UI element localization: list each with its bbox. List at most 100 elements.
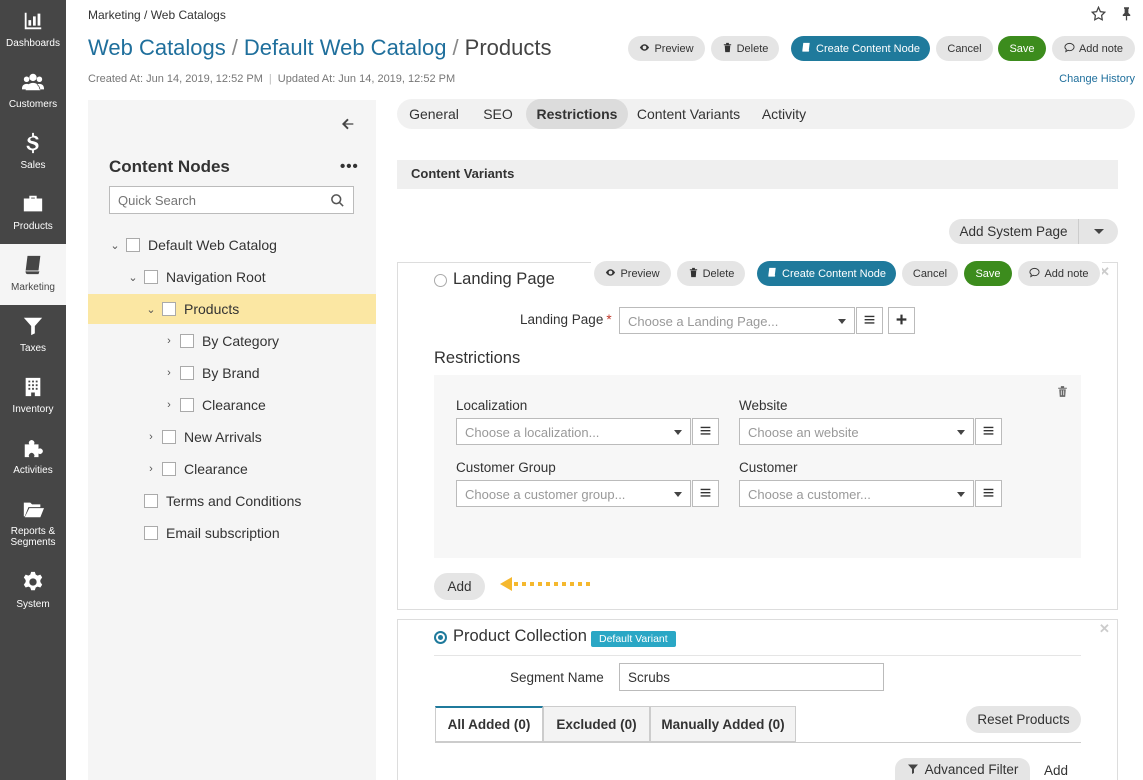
tree-checkbox[interactable] — [162, 430, 176, 444]
save-button-sticky[interactable]: Save — [964, 261, 1012, 286]
nav-sales[interactable]: Sales — [0, 122, 66, 183]
nav-products[interactable]: Products — [0, 183, 66, 244]
customer-group-select[interactable]: Choose a customer group... — [456, 480, 691, 507]
title-link-web-catalogs[interactable]: Web Catalogs — [88, 35, 226, 60]
preview-button-sticky[interactable]: Preview — [594, 261, 671, 286]
tree-item-label: Clearance — [184, 461, 248, 477]
delete-button[interactable]: Delete — [711, 36, 779, 61]
chevron-down-icon[interactable]: ⌄ — [126, 270, 140, 284]
tree-item-clearance-sub[interactable]: › Clearance — [88, 390, 376, 420]
tree-checkbox[interactable] — [180, 334, 194, 348]
localization-list-button[interactable] — [692, 418, 719, 445]
chevron-right-icon[interactable]: › — [162, 366, 176, 380]
caret-down-icon[interactable] — [1078, 219, 1118, 244]
nav-activities[interactable]: Activities — [0, 427, 66, 488]
website-list-button[interactable] — [975, 418, 1002, 445]
save-button[interactable]: Save — [998, 36, 1046, 61]
tree-checkbox[interactable] — [162, 462, 176, 476]
tree-item-navigation-root[interactable]: ⌄ Navigation Root — [88, 262, 376, 292]
landing-page-select[interactable]: Choose a Landing Page... — [619, 307, 855, 334]
localization-select[interactable]: Choose a localization... — [456, 418, 691, 445]
tree-checkbox[interactable] — [144, 270, 158, 284]
tab-activity[interactable]: Activity — [749, 99, 819, 129]
add-note-button[interactable]: Add note — [1052, 36, 1135, 61]
add-restriction-button[interactable]: Add — [434, 573, 485, 600]
nav-customers[interactable]: Customers — [0, 61, 66, 122]
cancel-button[interactable]: Cancel — [936, 36, 993, 61]
tab-restrictions[interactable]: Restrictions — [526, 99, 628, 129]
advanced-filter-button[interactable]: Advanced Filter — [895, 758, 1030, 780]
chevron-right-icon[interactable]: › — [162, 398, 176, 412]
chevron-right-icon[interactable]: › — [144, 462, 158, 476]
landing-page-add-button[interactable] — [888, 307, 915, 334]
nav-dashboards[interactable]: Dashboards — [0, 0, 66, 61]
tree-item-by-category[interactable]: › By Category — [88, 326, 376, 356]
breadcrumb[interactable]: Marketing / Web Catalogs — [88, 8, 226, 22]
tree-item-products[interactable]: ⌄ Products — [88, 294, 376, 324]
arrow-left-icon[interactable] — [340, 116, 356, 132]
cancel-button-sticky[interactable]: Cancel — [902, 261, 958, 286]
tab-seo[interactable]: SEO — [471, 99, 525, 129]
create-content-node-button[interactable]: Create Content Node — [791, 36, 930, 61]
pin-icon[interactable] — [1119, 6, 1135, 22]
delete-button-sticky[interactable]: Delete — [677, 261, 745, 286]
tab-content-variants[interactable]: Content Variants — [628, 99, 749, 129]
tab-general[interactable]: General — [397, 99, 471, 129]
nav-inventory[interactable]: Inventory — [0, 366, 66, 427]
tree-checkbox[interactable] — [126, 238, 140, 252]
landing-page-list-button[interactable] — [856, 307, 883, 334]
tree-item-terms[interactable]: Terms and Conditions — [88, 486, 376, 516]
title-link-default-catalog[interactable]: Default Web Catalog — [244, 35, 447, 60]
page-tabs: General SEO Restrictions Content Variant… — [397, 99, 1135, 129]
tab-excluded[interactable]: Excluded (0) — [543, 706, 650, 742]
nav-reports[interactable]: Reports & Segments — [0, 488, 66, 549]
website-select[interactable]: Choose an website — [739, 418, 974, 445]
create-content-node-button-sticky[interactable]: Create Content Node — [757, 261, 896, 286]
preview-button[interactable]: Preview — [628, 36, 705, 61]
tree-checkbox[interactable] — [180, 398, 194, 412]
landing-page-label-text: Landing Page — [520, 312, 604, 327]
record-meta: Created At: Jun 14, 2019, 12:52 PM | Updat… — [88, 73, 456, 85]
add-products-button[interactable]: Add — [1044, 763, 1068, 778]
search-icon[interactable] — [330, 193, 345, 208]
restrictions-title: Restrictions — [434, 349, 521, 367]
chevron-down-icon[interactable]: ⌄ — [108, 238, 122, 252]
tree-item-clearance[interactable]: › Clearance — [88, 454, 376, 484]
add-system-page-dropdown[interactable]: Add System Page — [949, 219, 1118, 244]
tree-item-by-brand[interactable]: › By Brand — [88, 358, 376, 388]
reset-products-button[interactable]: Reset Products — [966, 706, 1081, 733]
tree-checkbox[interactable] — [144, 526, 158, 540]
quick-search-input[interactable] — [109, 186, 354, 214]
tab-all-added[interactable]: All Added (0) — [435, 706, 543, 742]
nav-taxes[interactable]: Taxes — [0, 305, 66, 366]
customer-group-list-button[interactable] — [692, 480, 719, 507]
tree-item-new-arrivals[interactable]: › New Arrivals — [88, 422, 376, 452]
chevron-down-icon[interactable]: ⌄ — [144, 302, 158, 316]
customer-list-button[interactable] — [975, 480, 1002, 507]
customer-select[interactable]: Choose a customer... — [739, 480, 974, 507]
book-icon — [767, 267, 778, 281]
close-icon[interactable]: ✕ — [1099, 621, 1110, 637]
chevron-right-icon[interactable]: › — [144, 430, 158, 444]
tree-checkbox[interactable] — [162, 302, 176, 316]
variant-radio-landing[interactable] — [434, 274, 447, 287]
trash-icon[interactable] — [1056, 385, 1069, 398]
add-system-page-button[interactable]: Add System Page — [949, 219, 1078, 244]
more-icon[interactable]: ••• — [340, 158, 359, 175]
nav-marketing[interactable]: Marketing — [0, 244, 66, 305]
tree-item-default-web-catalog[interactable]: ⌄ Default Web Catalog — [88, 230, 376, 260]
change-history-link[interactable]: Change History — [1059, 73, 1135, 85]
tab-manually-added[interactable]: Manually Added (0) — [650, 706, 796, 742]
tree-toggle-empty — [126, 494, 140, 508]
tree-checkbox[interactable] — [180, 366, 194, 380]
nav-label: Activities — [13, 465, 53, 476]
tree-item-email-subscription[interactable]: Email subscription — [88, 518, 376, 548]
inventory-icon — [20, 374, 46, 400]
chevron-right-icon[interactable]: › — [162, 334, 176, 348]
star-icon[interactable] — [1091, 6, 1107, 22]
tree-checkbox[interactable] — [144, 494, 158, 508]
add-note-button-sticky[interactable]: Add note — [1018, 261, 1100, 286]
segment-name-input[interactable]: Scrubs — [619, 663, 884, 691]
variant-radio-collection[interactable] — [434, 631, 447, 644]
nav-system[interactable]: System — [0, 561, 66, 622]
